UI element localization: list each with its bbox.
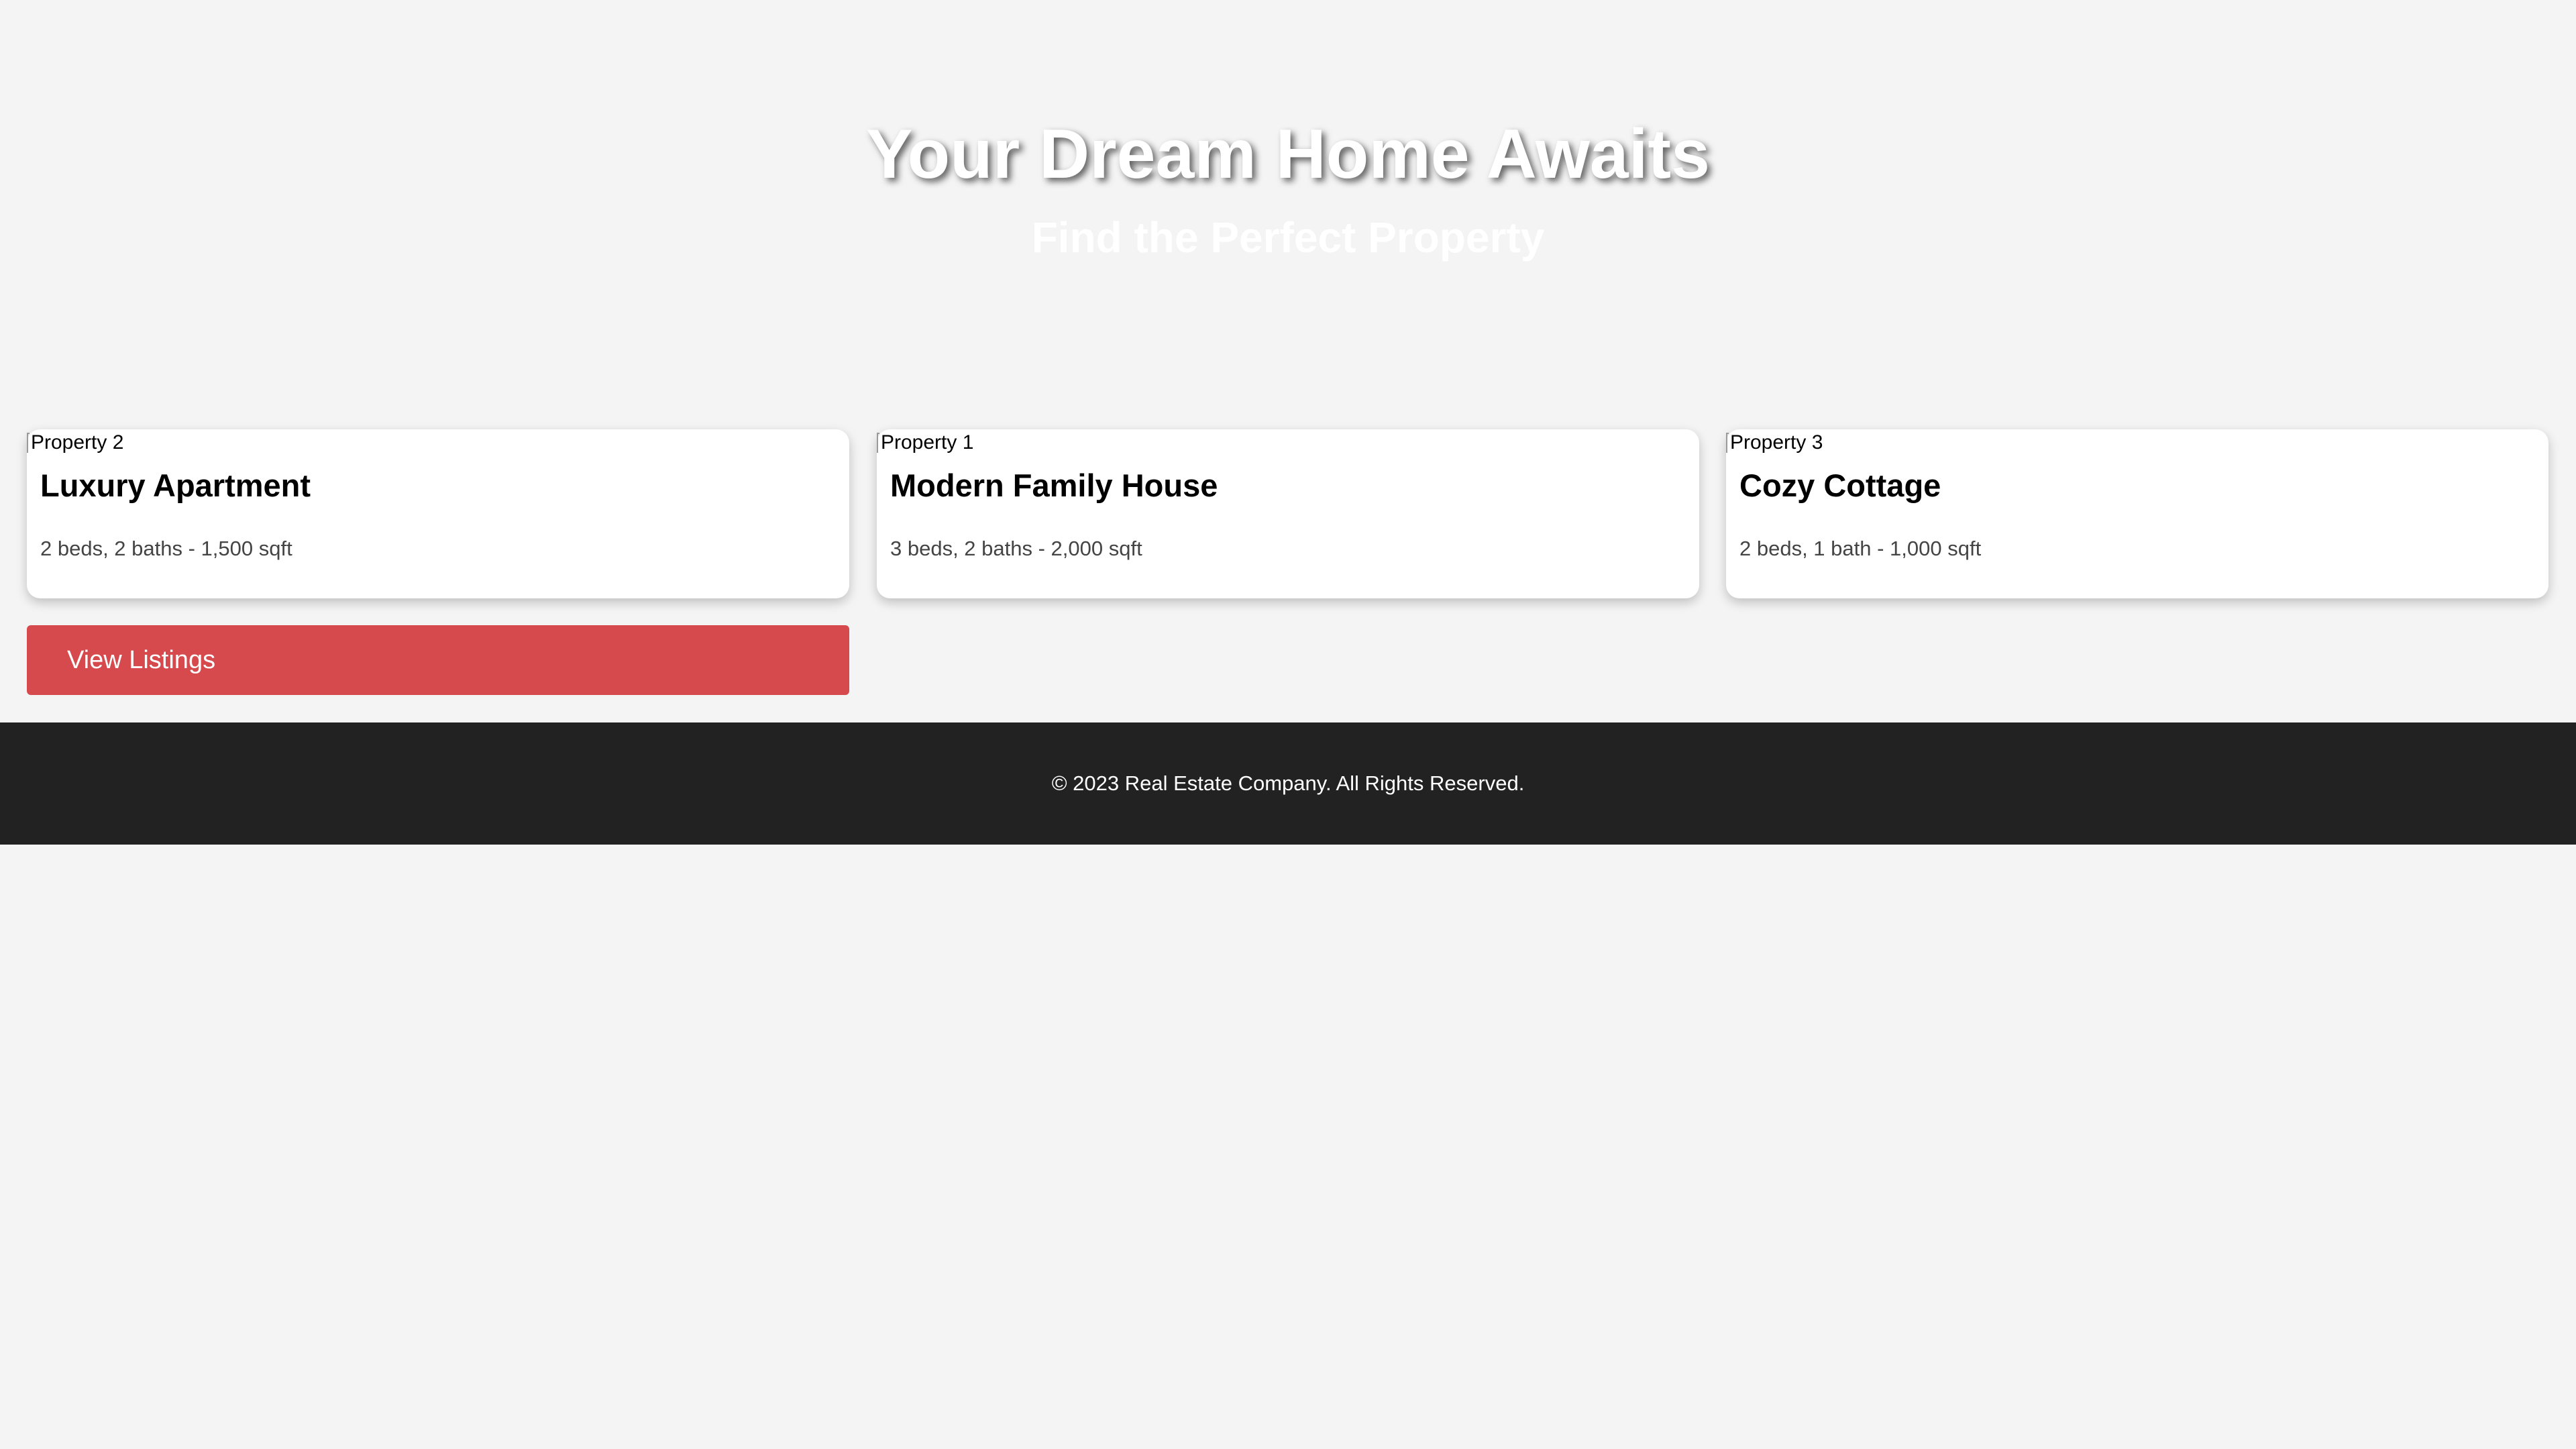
property-title: Cozy Cottage <box>1739 468 1941 503</box>
property-image-alt: Property 3 <box>1730 431 1823 453</box>
property-details: 3 beds, 2 baths - 2,000 sqft <box>890 537 1142 560</box>
property-card[interactable]: Property 1 Modern Family House 3 beds, 2… <box>877 429 1699 598</box>
property-image: Property 3 <box>1726 429 1823 456</box>
view-listings-button[interactable]: View Listings <box>27 625 849 695</box>
hero-subtitle: Find the Perfect Property <box>1031 213 1545 262</box>
hero-banner: Your Dream Home Awaits Find the Perfect … <box>0 0 2576 402</box>
property-details: 2 beds, 1 bath - 1,000 sqft <box>1739 537 1982 560</box>
property-image-alt: Property 1 <box>881 431 974 453</box>
property-details: 2 beds, 2 baths - 1,500 sqft <box>40 537 292 560</box>
property-card[interactable]: Property 2 Luxury Apartment 2 beds, 2 ba… <box>27 429 849 598</box>
broken-image-icon <box>27 433 30 453</box>
footer: © 2023 Real Estate Company. All Rights R… <box>0 722 2576 845</box>
copyright-text: © 2023 Real Estate Company. All Rights R… <box>1051 771 1525 795</box>
broken-image-icon <box>1726 433 1729 453</box>
property-image: Property 2 <box>27 429 123 456</box>
hero-title: Your Dream Home Awaits <box>865 115 1710 193</box>
property-title: Luxury Apartment <box>40 468 311 503</box>
property-title: Modern Family House <box>890 468 1218 503</box>
property-card[interactable]: Property 3 Cozy Cottage 2 beds, 1 bath -… <box>1726 429 2548 598</box>
broken-image-icon <box>877 433 879 453</box>
property-image: Property 1 <box>877 429 973 456</box>
property-image-alt: Property 2 <box>31 431 124 453</box>
